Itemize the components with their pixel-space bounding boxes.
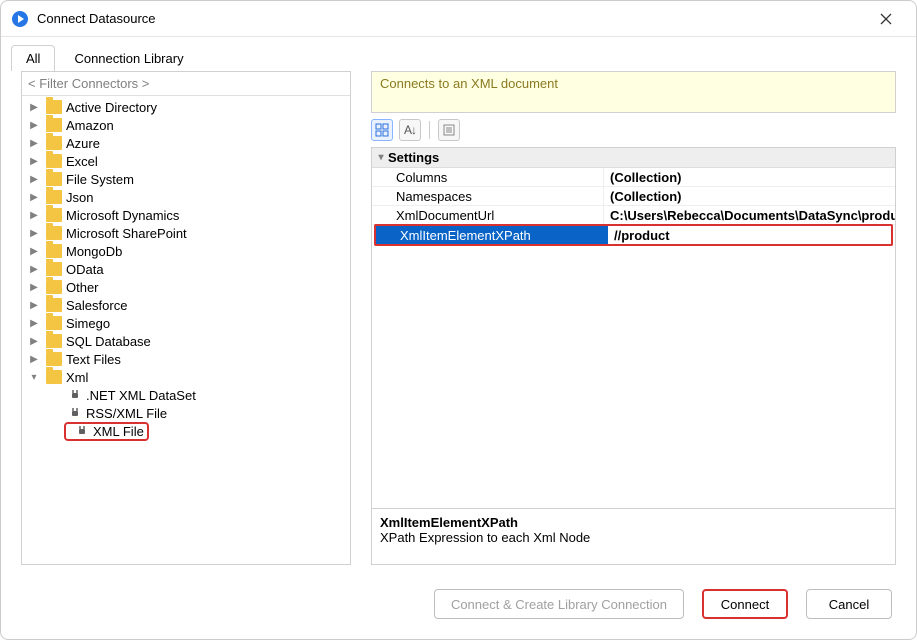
chevron-right-icon: ▶: [28, 336, 40, 347]
tree-item-rss-xml-file[interactable]: RSS/XML File: [22, 404, 350, 422]
chevron-right-icon: ▶: [28, 120, 40, 131]
settings-panel: Connects to an XML document A↓ ▾ Setting…: [371, 71, 896, 565]
tree-item-json[interactable]: ▶Json: [22, 188, 350, 206]
chevron-right-icon: ▶: [28, 354, 40, 365]
chevron-right-icon: ▶: [28, 228, 40, 239]
category-row-settings[interactable]: ▾ Settings: [372, 148, 895, 168]
folder-icon: [46, 100, 62, 114]
tree-item-xml[interactable]: ▾Xml: [22, 368, 350, 386]
chevron-right-icon: ▶: [28, 264, 40, 275]
tree-item-salesforce[interactable]: ▶Salesforce: [22, 296, 350, 314]
folder-icon: [46, 298, 62, 312]
connector-tree[interactable]: ▶Active Directory ▶Amazon ▶Azure ▶Excel …: [22, 96, 350, 564]
chevron-right-icon: ▶: [28, 246, 40, 257]
chevron-right-icon: ▶: [28, 210, 40, 221]
property-row-columns[interactable]: Columns (Collection): [372, 168, 895, 187]
connector-icon: [75, 424, 89, 438]
dialog-buttons: Connect & Create Library Connection Conn…: [1, 575, 916, 639]
tab-all[interactable]: All: [11, 45, 55, 71]
folder-icon: [46, 280, 62, 294]
property-row-namespaces[interactable]: Namespaces (Collection): [372, 187, 895, 206]
connect-create-library-button: Connect & Create Library Connection: [434, 589, 684, 619]
connector-icon: [68, 406, 82, 420]
connector-tree-panel: < Filter Connectors > ▶Active Directory …: [21, 71, 351, 565]
content-area: < Filter Connectors > ▶Active Directory …: [1, 71, 916, 575]
folder-icon: [46, 172, 62, 186]
chevron-right-icon: ▶: [28, 138, 40, 149]
tree-item-net-xml-dataset[interactable]: .NET XML DataSet: [22, 386, 350, 404]
tree-item-azure[interactable]: ▶Azure: [22, 134, 350, 152]
folder-icon: [46, 154, 62, 168]
property-pages-button[interactable]: [438, 119, 460, 141]
tree-item-odata[interactable]: ▶OData: [22, 260, 350, 278]
folder-icon: [46, 190, 62, 204]
chevron-right-icon: ▶: [28, 300, 40, 311]
close-button[interactable]: [866, 1, 906, 36]
tree-item-amazon[interactable]: ▶Amazon: [22, 116, 350, 134]
toolbar-separator: [429, 121, 430, 139]
chevron-right-icon: ▶: [28, 102, 40, 113]
tree-item-mongodb[interactable]: ▶MongoDb: [22, 242, 350, 260]
tree-item-microsoft-sharepoint[interactable]: ▶Microsoft SharePoint: [22, 224, 350, 242]
titlebar: Connect Datasource: [1, 1, 916, 37]
folder-icon: [46, 208, 62, 222]
property-description: XmlItemElementXPath XPath Expression to …: [372, 508, 895, 564]
chevron-down-icon: ▾: [374, 152, 388, 163]
connect-button[interactable]: Connect: [702, 589, 788, 619]
dialog-window: Connect Datasource All Connection Librar…: [0, 0, 917, 640]
chevron-right-icon: ▶: [28, 156, 40, 167]
folder-icon: [46, 226, 62, 240]
folder-icon: [46, 352, 62, 366]
chevron-right-icon: ▶: [28, 174, 40, 185]
tab-connection-library[interactable]: Connection Library: [59, 45, 198, 71]
window-title: Connect Datasource: [37, 11, 866, 26]
property-row-xmldocumenturl[interactable]: XmlDocumentUrl C:\Users\Rebecca\Document…: [372, 206, 895, 225]
tree-item-file-system[interactable]: ▶File System: [22, 170, 350, 188]
folder-icon: [46, 334, 62, 348]
description-box: Connects to an XML document: [371, 71, 896, 113]
tree-item-other[interactable]: ▶Other: [22, 278, 350, 296]
tabs: All Connection Library: [1, 37, 916, 71]
property-grid: ▾ Settings Columns (Collection) Namespac…: [371, 147, 896, 565]
app-icon: [11, 10, 29, 28]
cancel-button[interactable]: Cancel: [806, 589, 892, 619]
folder-icon: [46, 244, 62, 258]
filter-input[interactable]: < Filter Connectors >: [22, 72, 350, 96]
tree-item-text-files[interactable]: ▶Text Files: [22, 350, 350, 368]
property-toolbar: A↓: [371, 113, 896, 147]
folder-icon: [46, 262, 62, 276]
chevron-right-icon: ▶: [28, 192, 40, 203]
tree-item-excel[interactable]: ▶Excel: [22, 152, 350, 170]
folder-icon: [46, 136, 62, 150]
tree-item-microsoft-dynamics[interactable]: ▶Microsoft Dynamics: [22, 206, 350, 224]
categorize-button[interactable]: [371, 119, 393, 141]
tree-item-sql-database[interactable]: ▶SQL Database: [22, 332, 350, 350]
property-row-xmlitemelementxpath[interactable]: XmlItemElementXPath //product: [374, 224, 893, 246]
chevron-right-icon: ▶: [28, 282, 40, 293]
tree-item-xml-file[interactable]: XML File: [22, 422, 350, 440]
connector-icon: [68, 388, 82, 402]
chevron-down-icon: ▾: [28, 372, 40, 383]
folder-icon: [46, 118, 62, 132]
sort-az-button[interactable]: A↓: [399, 119, 421, 141]
folder-icon: [46, 316, 62, 330]
folder-icon: [46, 370, 62, 384]
tree-item-simego[interactable]: ▶Simego: [22, 314, 350, 332]
chevron-right-icon: ▶: [28, 318, 40, 329]
tree-item-active-directory[interactable]: ▶Active Directory: [22, 98, 350, 116]
